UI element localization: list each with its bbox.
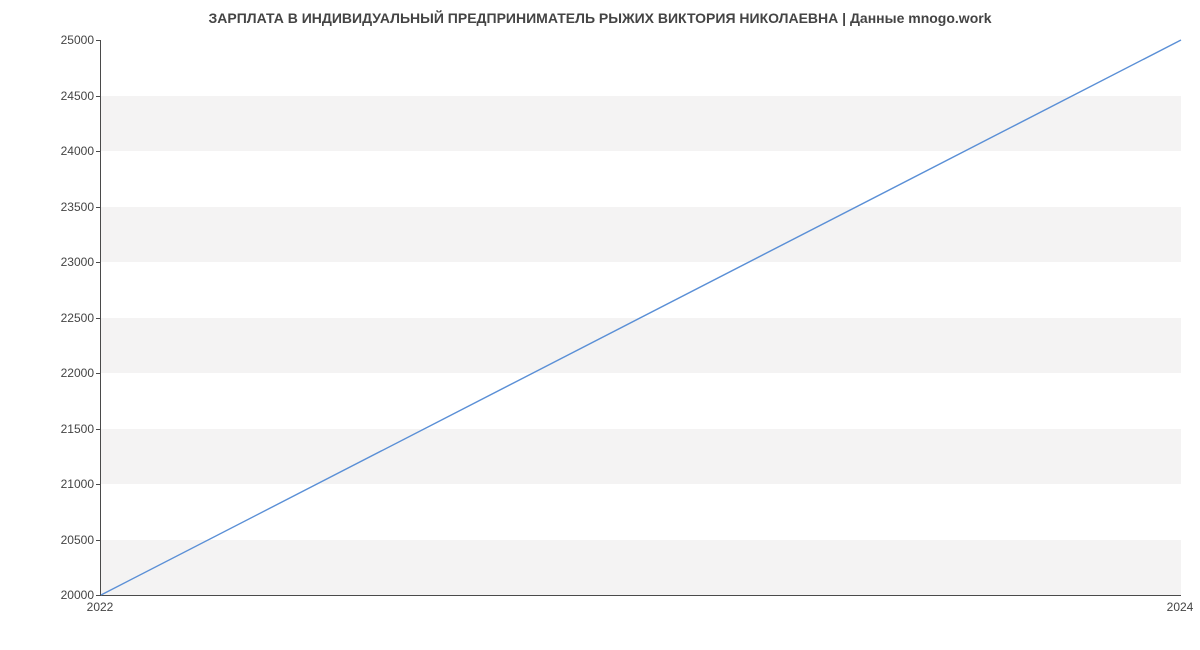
plot-area <box>100 40 1181 596</box>
salary-line-chart: ЗАРПЛАТА В ИНДИВИДУАЛЬНЫЙ ПРЕДПРИНИМАТЕЛ… <box>0 0 1200 650</box>
y-tick-mark <box>96 429 101 430</box>
y-tick-label: 25000 <box>34 33 94 47</box>
y-tick-mark <box>96 484 101 485</box>
y-tick-label: 24500 <box>34 89 94 103</box>
line-series <box>101 40 1181 595</box>
y-tick-label: 20000 <box>34 588 94 602</box>
y-tick-mark <box>96 373 101 374</box>
series-line <box>101 40 1181 595</box>
y-tick-mark <box>96 262 101 263</box>
y-tick-mark <box>96 151 101 152</box>
y-tick-mark <box>96 318 101 319</box>
y-tick-mark <box>96 96 101 97</box>
y-tick-mark <box>96 207 101 208</box>
y-tick-label: 23000 <box>34 255 94 269</box>
y-tick-label: 22000 <box>34 366 94 380</box>
x-tick-label: 2024 <box>1167 600 1194 614</box>
y-tick-mark <box>96 40 101 41</box>
y-tick-mark <box>96 595 101 596</box>
y-tick-label: 23500 <box>34 200 94 214</box>
y-tick-label: 22500 <box>34 311 94 325</box>
y-tick-label: 24000 <box>34 144 94 158</box>
y-tick-label: 21000 <box>34 477 94 491</box>
x-tick-label: 2022 <box>87 600 114 614</box>
chart-title: ЗАРПЛАТА В ИНДИВИДУАЛЬНЫЙ ПРЕДПРИНИМАТЕЛ… <box>0 10 1200 26</box>
y-tick-label: 20500 <box>34 533 94 547</box>
y-tick-label: 21500 <box>34 422 94 436</box>
y-tick-mark <box>96 540 101 541</box>
